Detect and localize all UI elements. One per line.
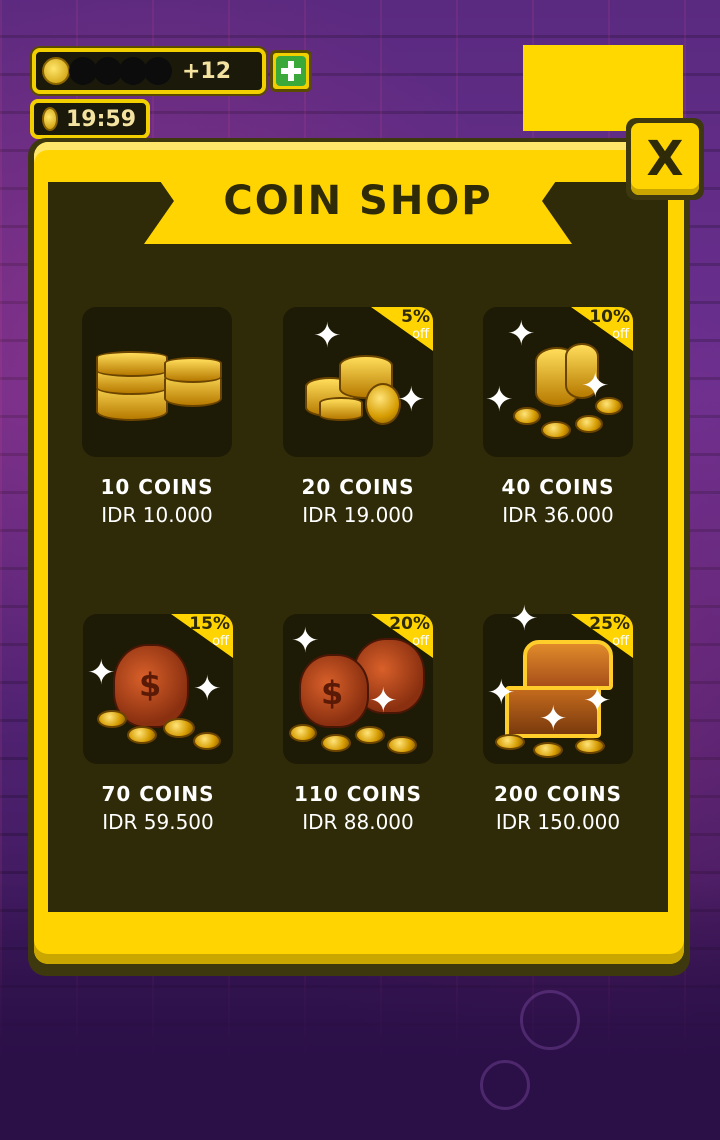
sparkle-icon: ✦ — [291, 621, 320, 661]
basketball-doodle-icon — [480, 1060, 530, 1110]
coin-pile-icon: ✦ ✦ 5% off — [283, 307, 433, 457]
coin — [387, 736, 417, 754]
discount-badge: 15% — [189, 614, 230, 634]
timer-text: 19:59 — [66, 106, 137, 132]
sparkle-icon: ✦ — [87, 653, 116, 693]
coin — [97, 710, 127, 728]
discount-off-label: off — [612, 327, 629, 342]
hud-coin-counter: +12 — [32, 48, 266, 94]
sparkle-icon: ✦ — [487, 673, 516, 713]
sparkle-icon: ✦ — [369, 681, 398, 721]
plus-icon — [276, 56, 306, 86]
add-coins-button[interactable] — [270, 50, 312, 92]
hud-coin-slots — [69, 57, 172, 85]
sparkle-icon: ✦ — [397, 380, 426, 420]
sparkle-icon: ✦ — [510, 599, 539, 639]
coin-slot — [119, 57, 147, 85]
coin-slot — [94, 57, 122, 85]
discount-badge: 25% — [589, 614, 630, 634]
coin — [541, 421, 571, 439]
item-price: IDR 59.500 — [102, 810, 214, 834]
sparkle-icon: ✦ — [507, 314, 536, 354]
shop-item-110-coins[interactable]: $ ✦ ✦ 20% off 110 COINS IDR 88.000 — [258, 614, 458, 864]
coin — [575, 738, 605, 754]
coin — [321, 734, 351, 752]
coin — [533, 742, 563, 758]
treasure-chest-icon: ✦ ✦ ✦ 25% off — [483, 614, 633, 764]
item-price: IDR 88.000 — [302, 810, 414, 834]
shop-item-20-coins[interactable]: ✦ ✦ 5% off 20 COINS IDR 19.000 — [258, 307, 458, 557]
coin — [575, 415, 603, 433]
coin-stack — [164, 357, 222, 383]
item-name: 70 COINS — [101, 782, 215, 806]
hud-timer: 19:59 — [30, 99, 150, 139]
money-bag-icon: $ ✦ ✦ 15% off — [83, 614, 233, 764]
dollar-sign-icon: $ — [321, 674, 344, 712]
page-title: COIN SHOP — [223, 178, 493, 224]
discount-off-label: off — [412, 634, 429, 649]
close-icon: X — [631, 123, 699, 195]
discount-badge: 5% — [401, 307, 430, 327]
shop-item-10-coins[interactable]: 10 COINS IDR 10.000 — [57, 307, 257, 557]
item-name: 10 COINS — [100, 475, 214, 499]
discount-off-label: off — [612, 634, 629, 649]
sparkle-icon: ✦ — [485, 380, 514, 420]
coin — [355, 726, 385, 744]
item-name: 110 COINS — [294, 782, 422, 806]
discount-off-label: off — [212, 634, 229, 649]
discount-off-label: off — [412, 327, 429, 342]
discount-badge: 20% — [389, 614, 430, 634]
coin — [513, 407, 541, 425]
shop-item-40-coins[interactable]: ✦ ✦ ✦ 10% off 40 COINS IDR 36.000 — [458, 307, 658, 557]
coin-slot — [144, 57, 172, 85]
coin-stack — [319, 397, 363, 421]
coin-stack-icon — [82, 307, 232, 457]
coin — [289, 724, 317, 742]
item-price: IDR 10.000 — [101, 503, 213, 527]
close-button[interactable]: X — [626, 118, 704, 200]
basketball-doodle-icon — [520, 990, 580, 1050]
coin-icon — [42, 57, 70, 85]
coin — [127, 726, 157, 744]
item-name: 20 COINS — [301, 475, 415, 499]
item-price: IDR 19.000 — [302, 503, 414, 527]
coin-timer-icon — [42, 107, 58, 131]
coin — [365, 383, 401, 425]
item-price: IDR 150.000 — [495, 810, 621, 834]
coin — [495, 734, 525, 750]
item-name: 200 COINS — [494, 782, 622, 806]
money-bags-icon: $ ✦ ✦ 20% off — [283, 614, 433, 764]
shop-item-70-coins[interactable]: $ ✦ ✦ 15% off 70 COINS IDR 59.500 — [58, 614, 258, 864]
discount-badge: 10% — [589, 307, 630, 327]
sparkle-icon: ✦ — [313, 316, 342, 356]
coin-slot — [69, 57, 97, 85]
sparkle-icon: ✦ — [581, 366, 610, 406]
shop-item-200-coins[interactable]: ✦ ✦ ✦ 25% off ✦ 200 COINS IDR 150.000 — [458, 602, 658, 864]
coin-delta: +12 — [182, 58, 232, 84]
coin-heap-icon: ✦ ✦ ✦ 10% off — [483, 307, 633, 457]
item-name: 40 COINS — [501, 475, 615, 499]
sparkle-icon: ✦ — [193, 669, 222, 709]
coin-stack — [96, 351, 168, 377]
sparkle-icon: ✦ — [539, 699, 568, 739]
dollar-sign-icon: $ — [139, 666, 162, 704]
item-price: IDR 36.000 — [502, 503, 614, 527]
coin — [193, 732, 221, 750]
coin — [163, 718, 195, 738]
sparkle-icon: ✦ — [583, 681, 612, 721]
